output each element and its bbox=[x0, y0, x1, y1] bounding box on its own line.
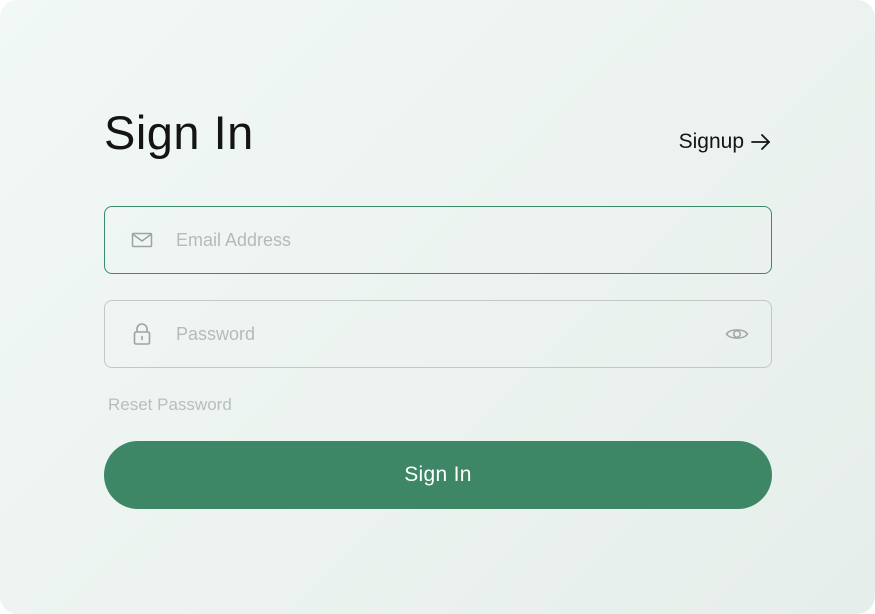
password-input[interactable] bbox=[176, 301, 716, 367]
password-field[interactable] bbox=[104, 300, 772, 368]
page-title: Sign In bbox=[104, 106, 254, 159]
arrow-right-icon bbox=[751, 134, 770, 150]
email-input[interactable] bbox=[176, 207, 716, 273]
eye-icon[interactable] bbox=[724, 321, 750, 347]
email-field[interactable] bbox=[104, 206, 772, 274]
reset-password-link[interactable]: Reset Password bbox=[108, 394, 232, 416]
sign-in-card: Sign In Signup Email Address Reset Passw… bbox=[0, 0, 875, 614]
signup-link-label: Signup bbox=[678, 130, 744, 153]
mail-icon bbox=[130, 228, 154, 252]
sign-in-button[interactable]: Sign In bbox=[104, 441, 772, 509]
lock-icon bbox=[130, 322, 154, 346]
signup-link[interactable]: Signup bbox=[679, 128, 772, 156]
